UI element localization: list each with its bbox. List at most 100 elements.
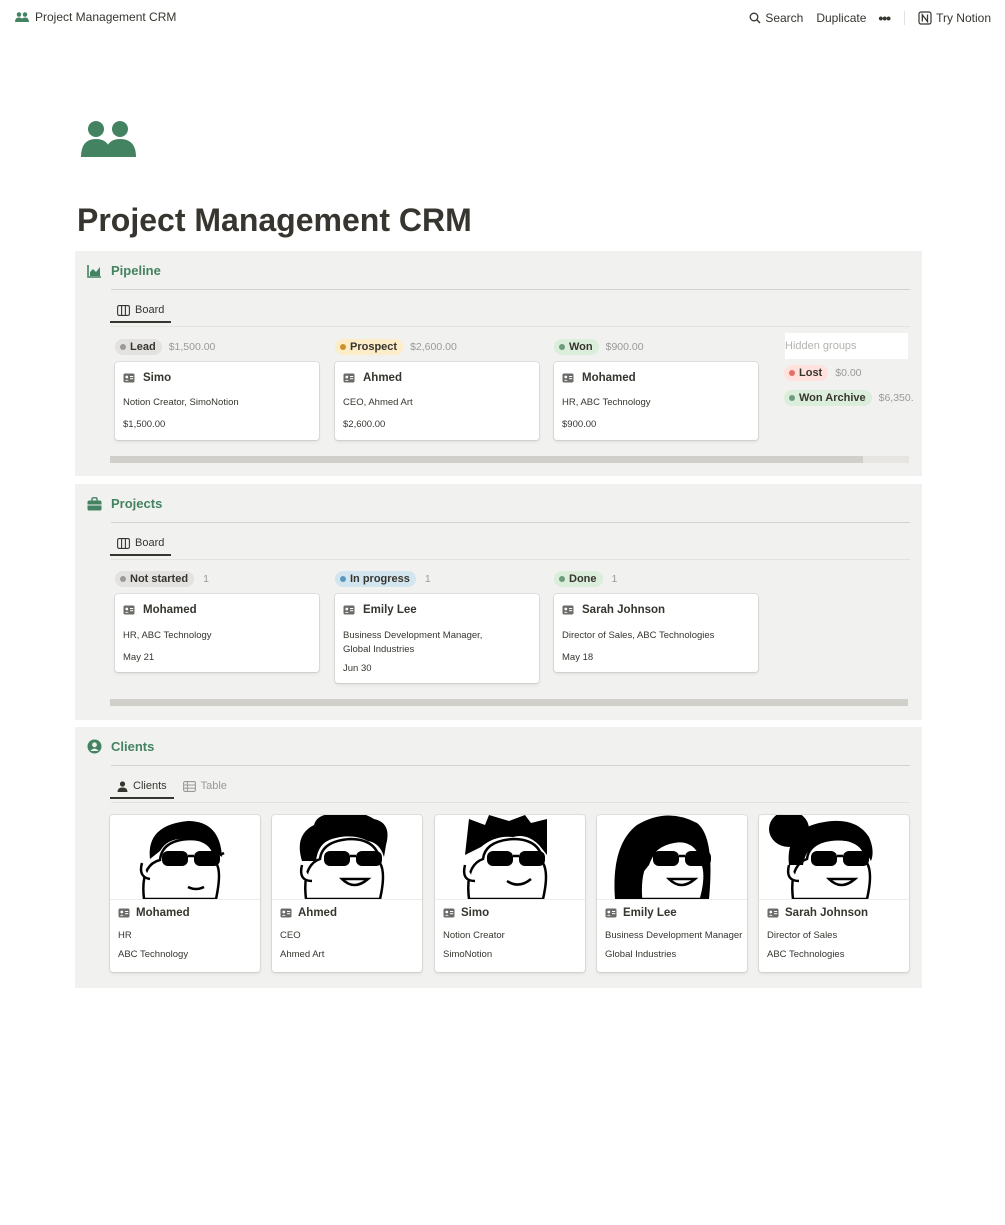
divider [111,326,910,327]
client-company: SimoNotion [443,949,493,960]
client-title: Director of Sales [767,930,838,941]
client-title: HR [118,930,132,941]
breadcrumb-page-name: Project Management CRM [35,10,177,24]
board-card[interactable]: Ahmed CEO, Ahmed Art $2,600.00 [335,362,539,440]
clients-section: Clients Clients Table Mohamed HR ABC Tec… [75,727,922,988]
card-description: HR, ABC Technology [123,630,212,641]
status-label: Done [569,573,597,585]
card-title: Sarah Johnson [582,604,666,616]
divider [904,11,906,25]
try-notion-label: Try Notion [936,11,991,25]
group-sum: $6,350. [878,392,914,404]
card-title: Mohamed [143,604,197,616]
group-header-prospect[interactable]: Prospect $2,600.00 [335,339,457,355]
page-title[interactable]: Project Management CRM [77,202,472,239]
top-bar: Project Management CRM Search Duplicate … [0,0,1005,36]
client-title: CEO [280,930,301,941]
card-value: $2,600.00 [343,419,386,430]
card-date: May 21 [123,652,155,663]
page-people-icon[interactable] [80,118,137,163]
tab-board[interactable]: Board [110,537,172,556]
client-card[interactable]: Mohamed HR ABC Technology [110,815,260,972]
status-pill: Done [554,571,603,587]
status-label: Not started [130,573,189,585]
status-label: Prospect [350,341,398,353]
status-pill: Lead [115,339,162,355]
scrollbar-thumb[interactable] [110,456,863,463]
status-pill: In progress [335,571,416,587]
divider [111,559,910,560]
status-dot [789,395,795,401]
avatar [272,815,422,900]
tab-table[interactable]: Table [176,780,234,799]
client-title: Notion Creator [443,930,505,941]
contact-card-icon [562,605,574,615]
client-company: ABC Technology [118,949,189,960]
group-header-in-progress[interactable]: In progress 1 [335,571,431,587]
board-card[interactable]: Emily Lee Business Development Manager, … [335,594,539,683]
client-company: Global Industries [605,949,677,960]
contact-card-icon [343,605,355,615]
contact-card-icon [123,605,135,615]
pipeline-header[interactable]: Pipeline [87,263,161,278]
client-company: Ahmed Art [280,949,325,960]
contact-card-icon [767,908,779,918]
board-card[interactable]: Simo Notion Creator, SimoNotion $1,500.0… [115,362,319,440]
hidden-group-lost[interactable]: Lost $0.00 [784,365,862,381]
status-dot [340,576,346,582]
group-header-won[interactable]: Won $900.00 [554,339,644,355]
table-view-icon [182,780,196,792]
tab-clients-label: Clients [133,780,167,792]
duplicate-button[interactable]: Duplicate [816,11,866,25]
status-label: Lead [130,341,156,353]
breadcrumb[interactable]: Project Management CRM [15,10,176,24]
client-name: Sarah Johnson [785,907,869,919]
client-card[interactable]: Simo Notion Creator SimoNotion [435,815,585,972]
status-label: Won Archive [799,392,866,404]
client-name: Ahmed [298,907,337,919]
tab-clients[interactable]: Clients [110,780,174,799]
group-header-not-started[interactable]: Not started 1 [115,571,209,587]
hidden-groups-header[interactable]: Hidden groups [785,333,908,359]
card-role: HR, ABC Technology [562,397,651,408]
card-title: Emily Lee [363,604,417,616]
board-view-icon [117,304,130,316]
group-header-lead[interactable]: Lead $1,500.00 [115,339,215,355]
card-title: Simo [143,372,172,384]
projects-header[interactable]: Projects [87,496,162,511]
horizontal-scrollbar[interactable] [110,699,908,706]
status-dot [340,344,346,350]
card-description-line2: Global Industries [343,644,415,655]
board-card[interactable]: Sarah Johnson Director of Sales, ABC Tec… [554,594,758,672]
client-name: Simo [461,907,490,919]
tab-board-label: Board [135,304,165,316]
area-chart-icon [87,264,101,278]
board-card[interactable]: Mohamed HR, ABC Technology $900.00 [554,362,758,440]
avatar [110,815,260,900]
more-options-button[interactable]: ••• [878,10,891,26]
tab-board[interactable]: Board [110,304,172,323]
client-card[interactable]: Sarah Johnson Director of Sales ABC Tech… [759,815,909,972]
group-sum: $0.00 [835,367,862,379]
status-label: Lost [799,367,823,379]
clients-header[interactable]: Clients [87,739,154,754]
status-dot [559,576,565,582]
client-card[interactable]: Ahmed CEO Ahmed Art [272,815,422,972]
card-title: Ahmed [363,372,402,384]
group-count: 1 [424,573,431,585]
group-header-done[interactable]: Done 1 [554,571,617,587]
board-card[interactable]: Mohamed HR, ABC Technology May 21 [115,594,319,672]
contact-card-icon [343,373,355,383]
search-button[interactable]: Search [749,11,803,25]
status-pill: Won Archive [784,390,872,406]
try-notion-button[interactable]: Try Notion [918,11,991,25]
hidden-group-won-archive[interactable]: Won Archive $6,350. [784,390,914,406]
contact-card-icon [605,908,617,918]
avatar [759,815,909,900]
client-card[interactable]: Emily Lee Business Development Manager G… [597,815,747,972]
divider [111,765,910,766]
contact-card-icon [280,908,292,918]
projects-section: Projects Board Not started 1 In progress… [75,484,922,720]
people-icon [15,11,29,22]
client-name: Emily Lee [623,907,677,919]
